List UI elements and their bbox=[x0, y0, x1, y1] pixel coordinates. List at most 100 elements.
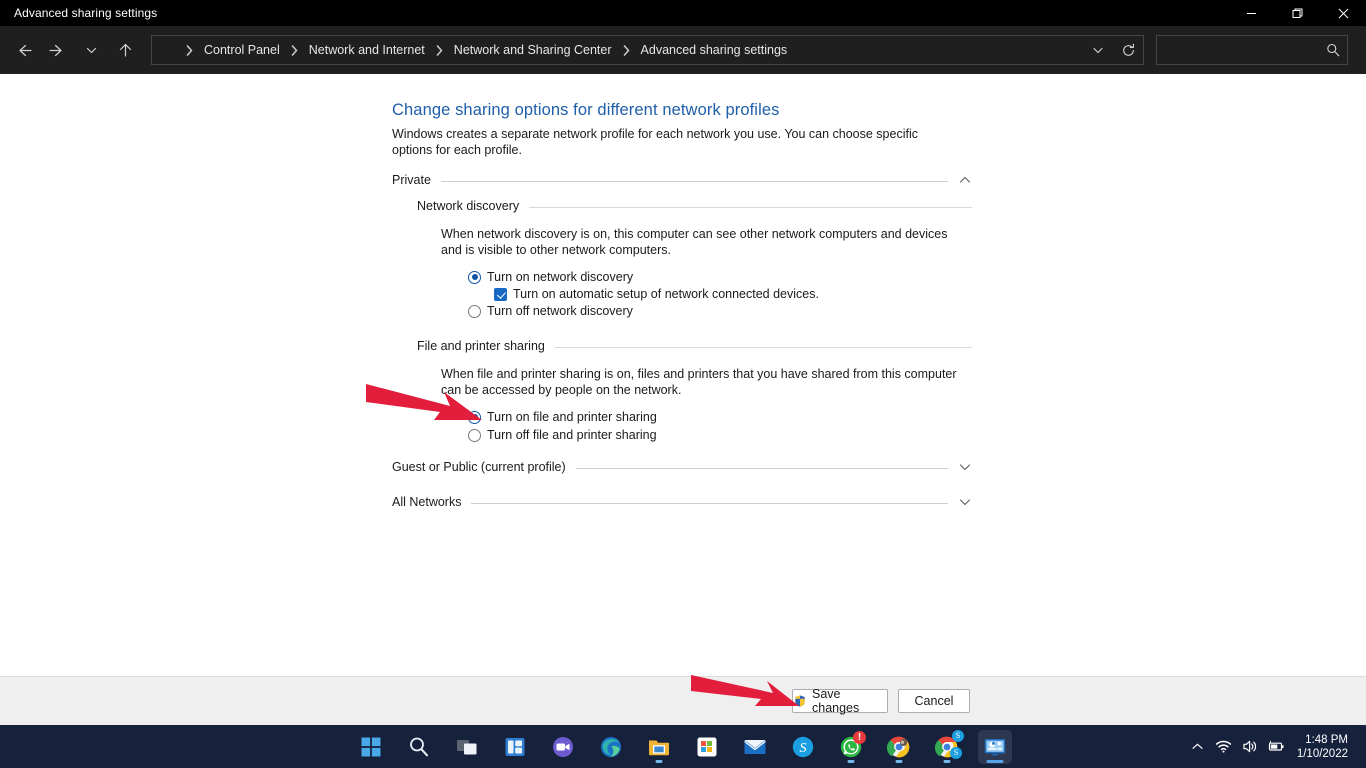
chevron-up-icon[interactable] bbox=[958, 173, 972, 187]
notification-badge: ! bbox=[853, 731, 866, 744]
task-view-icon bbox=[455, 735, 479, 759]
save-changes-label: Save changes bbox=[812, 687, 887, 715]
radio-turn-off-network-discovery[interactable]: Turn off network discovery bbox=[468, 303, 633, 319]
battery-charging-icon[interactable] bbox=[1263, 725, 1289, 768]
recent-locations-chevron-down-icon[interactable] bbox=[74, 33, 108, 67]
clock[interactable]: 1:48 PM 1/10/2022 bbox=[1289, 733, 1358, 761]
taskbar-control-panel-button[interactable] bbox=[978, 730, 1012, 764]
chevron-down-icon[interactable] bbox=[958, 495, 972, 509]
forward-arrow-icon[interactable] bbox=[40, 33, 74, 67]
restore-button[interactable] bbox=[1274, 0, 1320, 26]
refresh-icon[interactable] bbox=[1113, 36, 1143, 64]
taskbar-items: S ! bbox=[0, 725, 1366, 768]
section-description-file-and-printer-sharing: When file and printer sharing is on, fil… bbox=[441, 367, 963, 398]
taskbar-start-button[interactable] bbox=[354, 730, 388, 764]
title-bar: Advanced sharing settings bbox=[0, 0, 1366, 26]
profile-name-guest-or-public: Guest or Public (current profile) bbox=[392, 460, 566, 474]
advanced-sharing-settings-window: Advanced sharing settings bbox=[0, 0, 1366, 768]
content-area: Change sharing options for different net… bbox=[0, 74, 1366, 676]
radio-button-icon[interactable] bbox=[468, 411, 481, 424]
uac-shield-icon bbox=[793, 694, 807, 708]
search-box[interactable] bbox=[1156, 35, 1348, 65]
page-title: Change sharing options for different net… bbox=[392, 101, 779, 120]
skype-icon: S bbox=[791, 735, 815, 759]
active-indicator bbox=[987, 760, 1004, 763]
profile-header-all-networks[interactable]: All Networks bbox=[392, 493, 972, 511]
breadcrumb-item-network-and-internet[interactable]: Network and Internet bbox=[307, 43, 427, 57]
breadcrumb-item-network-and-sharing-center[interactable]: Network and Sharing Center bbox=[452, 43, 614, 57]
close-button[interactable] bbox=[1320, 0, 1366, 26]
mail-icon bbox=[743, 735, 767, 759]
up-arrow-icon[interactable] bbox=[108, 33, 142, 67]
option-label: Turn off network discovery bbox=[487, 304, 633, 318]
divider bbox=[555, 347, 972, 348]
radio-button-icon[interactable] bbox=[468, 271, 481, 284]
search-icon bbox=[407, 735, 431, 759]
save-changes-button[interactable]: Save changes bbox=[792, 689, 888, 713]
taskbar-file-explorer-button[interactable] bbox=[642, 730, 676, 764]
taskbar: S ! bbox=[0, 725, 1366, 768]
radio-button-icon[interactable] bbox=[468, 429, 481, 442]
clock-date: 1/10/2022 bbox=[1297, 747, 1348, 761]
speaker-icon[interactable] bbox=[1237, 725, 1263, 768]
address-bar-actions bbox=[1083, 36, 1143, 64]
profile-name-private: Private bbox=[392, 173, 431, 187]
search-input[interactable] bbox=[1157, 36, 1317, 64]
section-name: Network discovery bbox=[417, 199, 519, 213]
radio-button-icon[interactable] bbox=[468, 305, 481, 318]
profile-header-private[interactable]: Private bbox=[392, 171, 972, 189]
skype-badge-bottom: S bbox=[950, 747, 962, 759]
radio-turn-off-file-and-printer-sharing[interactable]: Turn off file and printer sharing bbox=[468, 427, 657, 443]
running-indicator bbox=[848, 760, 855, 763]
profile-name-all-networks: All Networks bbox=[392, 495, 461, 509]
minimize-button[interactable] bbox=[1228, 0, 1274, 26]
taskbar-microsoft-store-button[interactable] bbox=[690, 730, 724, 764]
checkbox-turn-on-automatic-setup[interactable]: Turn on automatic setup of network conne… bbox=[494, 286, 819, 302]
wifi-icon[interactable] bbox=[1211, 725, 1237, 768]
chevron-up-icon[interactable] bbox=[1185, 725, 1211, 768]
search-icon bbox=[1326, 43, 1340, 57]
cancel-label: Cancel bbox=[915, 694, 954, 708]
chevron-down-icon[interactable] bbox=[958, 460, 972, 474]
taskbar-whatsapp-button[interactable]: ! bbox=[834, 730, 868, 764]
taskbar-skype-button[interactable]: S bbox=[786, 730, 820, 764]
taskbar-chrome-skype-button[interactable]: S S bbox=[930, 730, 964, 764]
start-icon bbox=[359, 735, 383, 759]
file-explorer-icon bbox=[647, 735, 671, 759]
control-panel-icon bbox=[983, 735, 1007, 759]
footer-button-bar: Save changes Cancel bbox=[0, 676, 1366, 725]
edge-icon bbox=[599, 735, 623, 759]
running-indicator bbox=[656, 760, 663, 763]
taskbar-search-button[interactable] bbox=[402, 730, 436, 764]
widgets-icon bbox=[503, 735, 527, 759]
divider bbox=[441, 181, 948, 182]
taskbar-chrome-button[interactable] bbox=[882, 730, 916, 764]
address-bar[interactable]: Control Panel Network and Internet Netwo… bbox=[151, 35, 1144, 65]
taskbar-task-view-button[interactable] bbox=[450, 730, 484, 764]
breadcrumb-separator-icon bbox=[177, 45, 202, 56]
taskbar-widgets-button[interactable] bbox=[498, 730, 532, 764]
divider bbox=[471, 503, 948, 504]
breadcrumb-item-control-panel[interactable]: Control Panel bbox=[202, 43, 282, 57]
navigation-bar: Control Panel Network and Internet Netwo… bbox=[0, 26, 1366, 74]
taskbar-chat-button[interactable] bbox=[546, 730, 580, 764]
checkbox-icon[interactable] bbox=[494, 288, 507, 301]
cancel-button[interactable]: Cancel bbox=[898, 689, 970, 713]
breadcrumb: Control Panel Network and Internet Netwo… bbox=[152, 36, 789, 64]
profile-header-guest-or-public[interactable]: Guest or Public (current profile) bbox=[392, 458, 972, 476]
section-description-network-discovery: When network discovery is on, this compu… bbox=[441, 227, 963, 258]
svg-text:S: S bbox=[800, 741, 807, 756]
radio-turn-on-network-discovery[interactable]: Turn on network discovery bbox=[468, 269, 633, 285]
skype-badge-top: S bbox=[952, 730, 964, 742]
back-arrow-icon[interactable] bbox=[6, 33, 40, 67]
section-name: File and printer sharing bbox=[417, 339, 545, 353]
window-title: Advanced sharing settings bbox=[14, 6, 157, 20]
breadcrumb-item-advanced-sharing-settings[interactable]: Advanced sharing settings bbox=[639, 43, 790, 57]
address-dropdown-chevron-down-icon[interactable] bbox=[1083, 36, 1113, 64]
taskbar-mail-button[interactable] bbox=[738, 730, 772, 764]
page-description: Windows creates a separate network profi… bbox=[392, 127, 958, 158]
section-header-network-discovery: Network discovery bbox=[417, 197, 972, 215]
taskbar-edge-button[interactable] bbox=[594, 730, 628, 764]
breadcrumb-separator-icon bbox=[614, 45, 639, 56]
radio-turn-on-file-and-printer-sharing[interactable]: Turn on file and printer sharing bbox=[468, 409, 657, 425]
